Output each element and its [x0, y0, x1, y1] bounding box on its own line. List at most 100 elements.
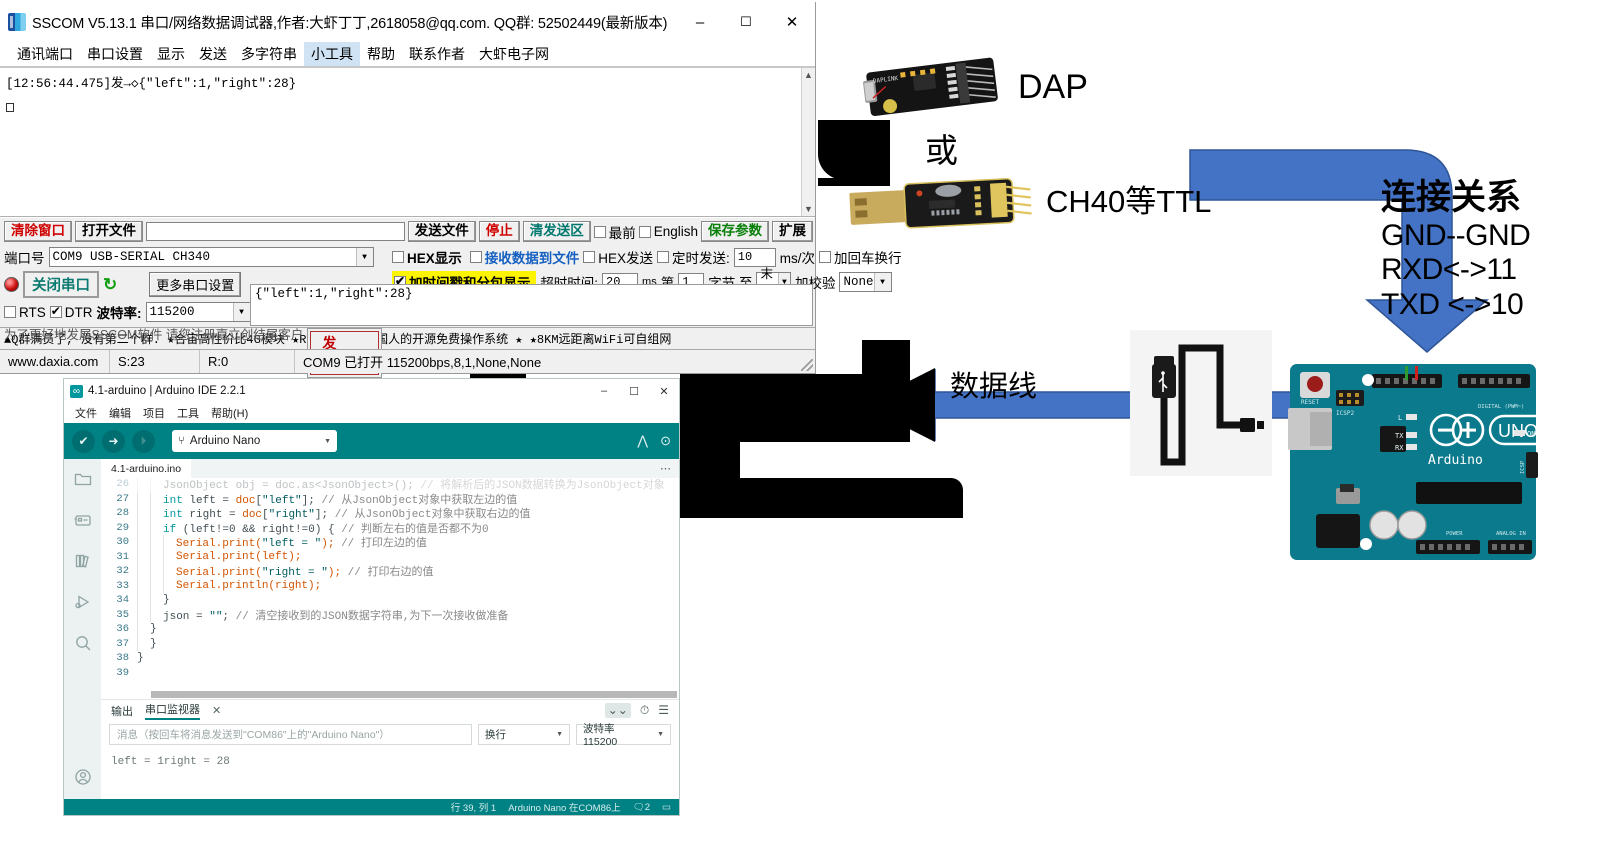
status-toggle-panel-icon[interactable]: ▭	[662, 802, 671, 813]
hex-send-checkbox[interactable]: HEX发送	[583, 247, 653, 267]
scroll-up-arrow[interactable]: ▲	[804, 70, 813, 80]
panel-menu-icon[interactable]: ☰	[658, 703, 669, 718]
indent-guide	[150, 578, 163, 593]
menu-item-send[interactable]: 发送	[192, 42, 234, 66]
debug-button[interactable]: ⏵	[132, 429, 155, 453]
status-notification-count[interactable]: 🗨2	[633, 802, 650, 813]
svg-text:TX: TX	[1395, 432, 1404, 440]
editor-horizontal-scrollbar[interactable]	[101, 690, 679, 699]
menu-item-comm-port[interactable]: 通讯端口	[10, 42, 80, 66]
chevron-down-icon[interactable]: ▼	[556, 731, 563, 738]
port-select[interactable]: COM9 USB-SERIAL CH340 ▼	[48, 247, 374, 267]
resize-grip[interactable]	[801, 359, 813, 371]
timestamp-toggle-icon[interactable]: ⏱	[640, 703, 649, 718]
mask-shape-5	[708, 478, 963, 518]
ide-close-button[interactable]: ✕	[649, 379, 679, 403]
editor-tab-sketch[interactable]: 4.1-arduino.ino	[101, 459, 192, 478]
baud-rate-select[interactable]: 波特率 115200 ▼	[576, 723, 671, 748]
extend-button[interactable]: 扩展	[772, 221, 813, 242]
recv-to-file-checkbox[interactable]: 接收数据到文件	[469, 247, 579, 267]
menu-item-tools[interactable]: 小工具	[304, 42, 360, 66]
hex-display-label: HEX显示	[407, 251, 462, 266]
refresh-ports-icon[interactable]: ↻	[103, 275, 117, 295]
open-file-path-input[interactable]	[146, 222, 405, 241]
daplink-module-image: DAPLINK	[862, 50, 1017, 122]
indent-guide	[137, 491, 150, 506]
chevron-down-icon[interactable]: ▼	[355, 248, 373, 266]
menu-item-contact-author[interactable]: 联系作者	[402, 42, 472, 66]
boards-manager-icon[interactable]	[73, 510, 93, 530]
svg-text:ON: ON	[1527, 430, 1535, 438]
more-serial-settings-button[interactable]: 更多串口设置	[149, 272, 242, 297]
ide-menu-file[interactable]: 文件	[70, 404, 102, 422]
debug-icon[interactable]	[73, 592, 93, 612]
sscom-minimize-button[interactable]: –	[677, 2, 723, 42]
menu-item-multistring[interactable]: 多字符串	[234, 42, 304, 66]
panel-close-icon[interactable]: ✕	[212, 704, 221, 717]
code-editor[interactable]: 26 JsonObject obj = doc.as<JsonObject>();…	[101, 478, 679, 690]
clear-window-button[interactable]: 清除窗口	[4, 221, 72, 242]
scroll-to-bottom-icon[interactable]: ⌄⌄	[604, 703, 631, 718]
chevron-down-icon[interactable]: ▼	[324, 438, 331, 445]
menu-item-help[interactable]: 帮助	[360, 42, 402, 66]
checksum-select[interactable]: None ▼	[839, 272, 892, 292]
send-file-button[interactable]: 发送文件	[407, 221, 476, 242]
save-params-button[interactable]: 保存参数	[701, 221, 769, 242]
sscom-titlebar[interactable]: SSCOM V5.13.1 串口/网络数据调试器,作者:大虾丁丁,2618058…	[0, 2, 815, 42]
ide-titlebar[interactable]: 4.1-arduino | Arduino IDE 2.2.1 – ☐ ✕	[64, 379, 679, 403]
clear-send-area-button[interactable]: 清发送区	[522, 221, 591, 242]
chevron-down-icon[interactable]: ▼	[657, 731, 664, 738]
promo-note: 为了更好地发展SSCOM软件 请您注册嘉立创结尾客户	[4, 328, 304, 342]
timed-send-checkbox[interactable]: 定时发送:	[657, 247, 730, 267]
menu-item-daxia-site[interactable]: 大虾电子网	[472, 42, 556, 66]
add-crlf-checkbox[interactable]: 加回车换行	[819, 247, 902, 267]
ide-minimize-button[interactable]: –	[589, 379, 619, 403]
ide-menu-edit[interactable]: 编辑	[104, 404, 136, 422]
status-website: www.daxia.com	[0, 350, 110, 373]
upload-button[interactable]: ➜	[102, 429, 125, 453]
hex-display-checkbox[interactable]: HEX显示	[392, 247, 462, 267]
open-file-button[interactable]: 打开文件	[75, 221, 143, 242]
ide-menu-help[interactable]: 帮助(H)	[206, 404, 253, 422]
menu-item-serial-settings[interactable]: 串口设置	[80, 42, 150, 66]
baud-select[interactable]: 115200 ▼	[145, 302, 251, 322]
english-checkbox[interactable]: English	[638, 224, 698, 239]
line-number: 28	[116, 507, 129, 520]
scrollbar-thumb[interactable]	[151, 691, 677, 698]
panel-tools: ⌄⌄ ⏱ ☰	[604, 703, 679, 718]
board-selector[interactable]: ⑂ Arduino Nano ▼	[172, 430, 337, 452]
scroll-down-arrow[interactable]: ▼	[804, 204, 813, 214]
chevron-down-icon[interactable]: ▼	[873, 273, 891, 291]
panel-tab-output[interactable]: 输出	[111, 703, 133, 719]
dtr-checkbox[interactable]: DTR	[49, 304, 93, 320]
serial-message-input[interactable]: 消息（按回车将消息发送到"COM86"上的"Arduino Nano"）	[109, 724, 472, 745]
topmost-checkbox[interactable]: 最前	[593, 222, 636, 242]
close-port-button[interactable]: 关闭串口	[23, 271, 99, 298]
editor-tab-overflow-icon[interactable]: ⋯	[660, 462, 671, 475]
ide-menu-sketch[interactable]: 项目	[138, 404, 170, 422]
chevron-down-icon[interactable]: ▼	[232, 303, 250, 321]
send-text-area[interactable]: {"left":1,"right":28}	[250, 284, 813, 326]
sscom-close-button[interactable]: ✕	[769, 2, 815, 42]
sscom-receive-area[interactable]: [12:56:44.475]发→◇{"left":1,"right":28} ▲…	[0, 68, 815, 217]
menu-item-display[interactable]: 显示	[150, 42, 192, 66]
dtr-checkbox-box	[49, 304, 62, 318]
serial-plotter-icon[interactable]: ⋀	[637, 433, 648, 449]
verify-button[interactable]: ✔	[72, 429, 95, 453]
account-icon[interactable]	[73, 767, 93, 787]
line-ending-select[interactable]: 换行 ▼	[478, 724, 570, 745]
port-status-led-icon	[4, 277, 19, 292]
ide-menu-tools[interactable]: 工具	[172, 404, 204, 422]
serial-monitor-icon[interactable]: ⊙	[660, 433, 671, 449]
indent-guide	[137, 520, 150, 535]
library-manager-icon[interactable]	[73, 551, 93, 571]
receive-scrollbar[interactable]: ▲ ▼	[801, 68, 815, 216]
svg-text:DIGITAL (PWM~): DIGITAL (PWM~)	[1478, 404, 1524, 410]
panel-tab-serial-monitor[interactable]: 串口监视器	[145, 701, 200, 720]
sscom-maximize-button[interactable]: ☐	[723, 2, 769, 42]
sketchbook-folder-icon[interactable]	[73, 469, 93, 489]
ide-maximize-button[interactable]: ☐	[619, 379, 649, 403]
rts-checkbox[interactable]: RTS	[4, 305, 46, 320]
search-icon[interactable]	[73, 633, 93, 653]
stop-button[interactable]: 停止	[478, 221, 520, 242]
